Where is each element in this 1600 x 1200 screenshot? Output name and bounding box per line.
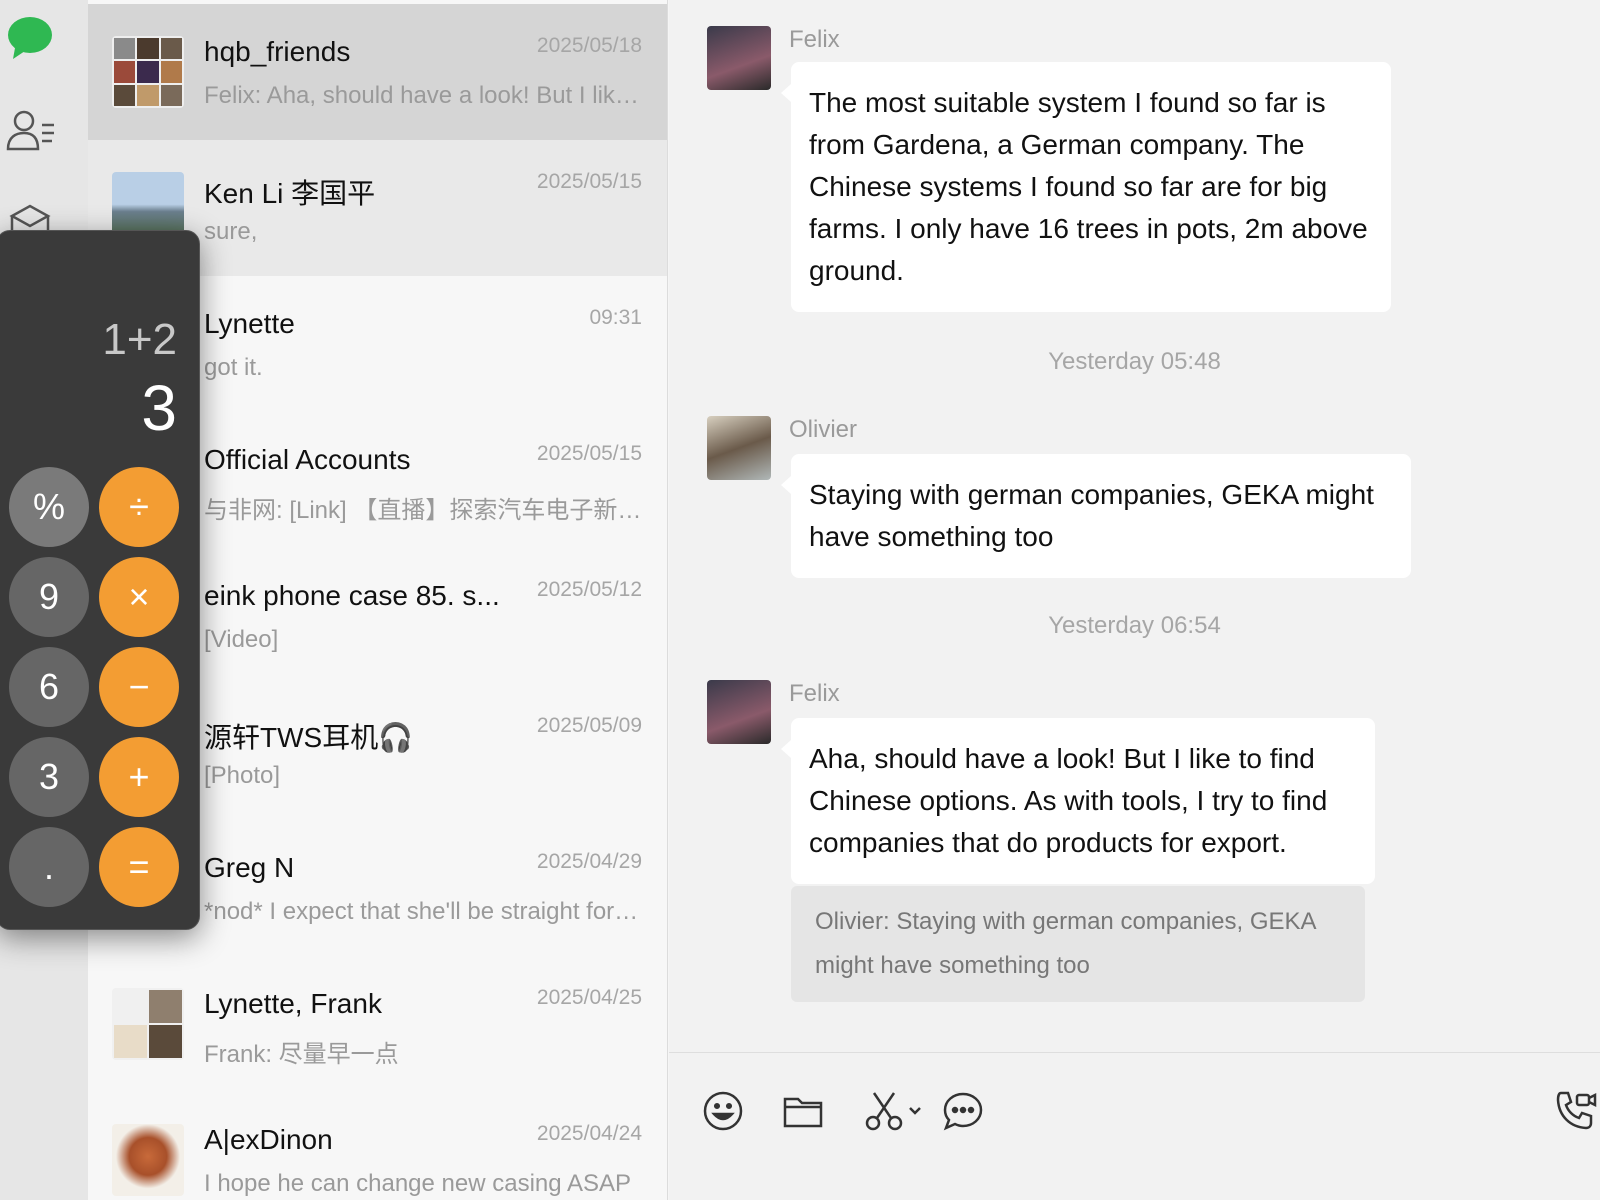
scissors-icon[interactable] [863, 1087, 925, 1135]
conversation-name: Ken Li 李国平 [204, 178, 376, 209]
conversation-name: Greg N [204, 852, 295, 883]
contacts-icon[interactable] [0, 100, 60, 160]
calc-9-button[interactable]: 9 [9, 557, 89, 637]
conversation-preview: 与非网: [Link] 【直播】探索汽车电子新技术 [204, 497, 642, 524]
timestamp: Yesterday 06:54 [1048, 612, 1221, 639]
conversation-date: 2025/04/24 [536, 1122, 642, 1145]
conversation-preview: [Video] [204, 626, 279, 653]
sender-name: Olivier [789, 416, 858, 443]
conversation-name: A|exDinon [204, 1124, 333, 1155]
timestamp: Yesterday 05:48 [1048, 348, 1221, 375]
chat-panel: Felix The most suitable system I found s… [669, 0, 1600, 1052]
calc-6-button[interactable]: 6 [9, 647, 89, 727]
calc-percent-button[interactable]: % [9, 467, 89, 547]
calc-divide-button[interactable]: ÷ [99, 467, 179, 547]
conversation-name: Lynette, Frank [204, 988, 382, 1019]
group-avatar [112, 988, 184, 1060]
chat-bubble-icon[interactable] [941, 1087, 985, 1135]
conversation-item-alexdinon[interactable]: A|exDinon 2025/04/24 I hope he can chang… [88, 1092, 667, 1200]
calc-equals-button[interactable]: = [99, 827, 179, 907]
conversation-name: eink phone case 85. s... [204, 580, 500, 611]
conversation-date: 2025/04/29 [536, 850, 642, 873]
conversation-date: 2025/05/15 [536, 170, 642, 193]
conversation-date: 2025/04/25 [536, 986, 642, 1009]
calc-multiply-button[interactable]: × [99, 557, 179, 637]
message-bubble[interactable]: The most suitable system I found so far … [781, 62, 1391, 312]
conversation-preview: got it. [204, 354, 263, 381]
emoji-icon[interactable] [701, 1087, 745, 1135]
message-bubble[interactable]: Aha, should have a look! But I like to f… [781, 718, 1375, 884]
conversation-name: hqb_friends [204, 36, 351, 67]
calculator-expression: 1+2 [102, 315, 177, 364]
calc-minus-button[interactable]: − [99, 647, 179, 727]
quoted-message[interactable]: Olivier: Staying with german companies, … [791, 886, 1365, 1002]
group-avatar [112, 36, 184, 108]
sender-name: Felix [789, 680, 840, 707]
conversation-preview: [Photo] [204, 762, 281, 789]
felix-avatar[interactable] [707, 26, 771, 90]
conversation-name: 源轩TWS耳机🎧 [204, 722, 414, 753]
conversation-preview: *nod* I expect that she'll be straight f… [204, 898, 642, 925]
conversation-preview: Felix: Aha, should have a look! But I li… [204, 82, 642, 109]
calculator-window[interactable]: 1+2 3 % ÷ 9 × 6 − 3 + . = [0, 230, 200, 930]
conversation-name: Official Accounts [204, 444, 411, 475]
conversation-date: 2025/05/09 [536, 714, 642, 737]
conversation-date: 2025/05/12 [536, 578, 642, 601]
calc-plus-button[interactable]: + [99, 737, 179, 817]
conversation-preview: I hope he can change new casing ASAP [204, 1170, 631, 1197]
conversation-item-lynette-frank[interactable]: Lynette, Frank 2025/04/25 Frank: 尽量早一点 [88, 956, 667, 1092]
chat-icon[interactable] [0, 8, 60, 68]
conversation-preview: sure, [204, 218, 258, 245]
composer-toolbar [669, 1052, 1600, 1200]
message-bubble[interactable]: Staying with german companies, GEKA migh… [781, 454, 1411, 578]
folder-icon[interactable] [781, 1087, 825, 1135]
conversation-date: 2025/05/18 [536, 34, 642, 57]
felix-avatar[interactable] [707, 680, 771, 744]
olivier-avatar[interactable] [707, 416, 771, 480]
monkey-avatar [112, 1124, 184, 1196]
sender-name: Felix [789, 26, 840, 53]
calc-decimal-button[interactable]: . [9, 827, 89, 907]
conversation-preview: Frank: 尽量早一点 [204, 1041, 399, 1068]
conversation-name: Lynette [204, 308, 295, 339]
call-icon[interactable] [1553, 1087, 1597, 1135]
calculator-result: 3 [141, 372, 177, 444]
calc-3-button[interactable]: 3 [9, 737, 89, 817]
conversation-date: 09:31 [589, 306, 642, 329]
conversation-item-hqb-friends[interactable]: hqb_friends 2025/05/18 Felix: Aha, shoul… [88, 4, 667, 140]
conversation-date: 2025/05/15 [536, 442, 642, 465]
